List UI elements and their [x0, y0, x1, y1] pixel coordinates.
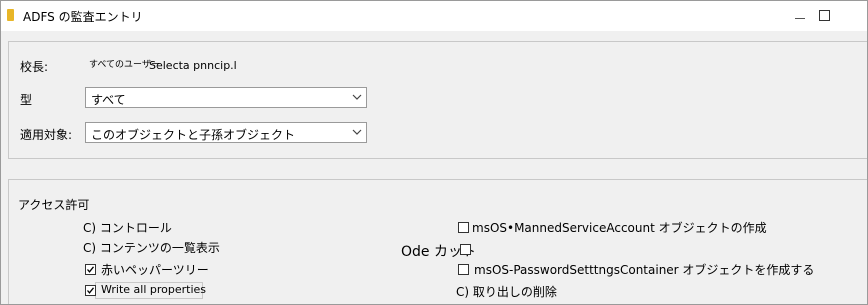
applies-to-selected-value: このオブジェクトと子孫オブジェクト: [91, 128, 296, 142]
permission-checkbox[interactable]: [458, 264, 469, 275]
permission-label: msOS-PasswordSetttngsContainer オブジェクトを作成…: [474, 263, 815, 277]
window-title: ADFS の監査エントリ: [23, 10, 143, 24]
type-label: 型: [20, 93, 33, 107]
type-selected-value: すべて: [91, 93, 126, 107]
chevron-down-icon: [352, 94, 362, 100]
checkmark-icon: [87, 287, 95, 294]
maximize-button[interactable]: [810, 6, 838, 24]
permission-label: 赤いペッパーツリー: [101, 263, 209, 277]
folder-icon: [7, 9, 14, 21]
title-bar: ADFS の監査エントリ: [1, 1, 867, 31]
select-principal-link[interactable]: Selecta pnncip.l: [149, 59, 237, 72]
type-dropdown[interactable]: すべて: [85, 87, 367, 108]
permission-checkbox[interactable]: [85, 264, 96, 275]
checkmark-icon: [87, 266, 95, 273]
permission-label: msOS•MannedServiceAccount オブジェクトの作成: [472, 221, 767, 235]
permission-checkbox[interactable]: [458, 222, 469, 233]
chevron-down-icon: [352, 129, 362, 135]
principal-label: 校長:: [20, 60, 49, 74]
applies-to-label: 適用対象:: [20, 128, 73, 142]
audit-entry-window: ADFS の監査エントリ 校長: すべてのユーザー Selecta pnncip…: [0, 0, 868, 305]
permission-label[interactable]: C) 取り出しの削除: [456, 283, 557, 300]
permission-checkbox[interactable]: [85, 285, 96, 296]
maximize-icon: [818, 9, 830, 21]
permission-label[interactable]: C) コンテンツの一覧表示: [83, 239, 220, 256]
permission-label[interactable]: C) コントロール: [83, 219, 172, 236]
principal-panel: 校長: すべてのユーザー Selecta pnncip.l 型 すべて 適用対象…: [8, 41, 867, 159]
permission-checkbox[interactable]: [460, 244, 471, 255]
applies-to-dropdown[interactable]: このオブジェクトと子孫オブジェクト: [85, 122, 367, 143]
permission-label: Write all properties: [101, 283, 207, 296]
permissions-header: アクセス許可: [18, 198, 90, 212]
minimize-icon: [795, 17, 805, 19]
